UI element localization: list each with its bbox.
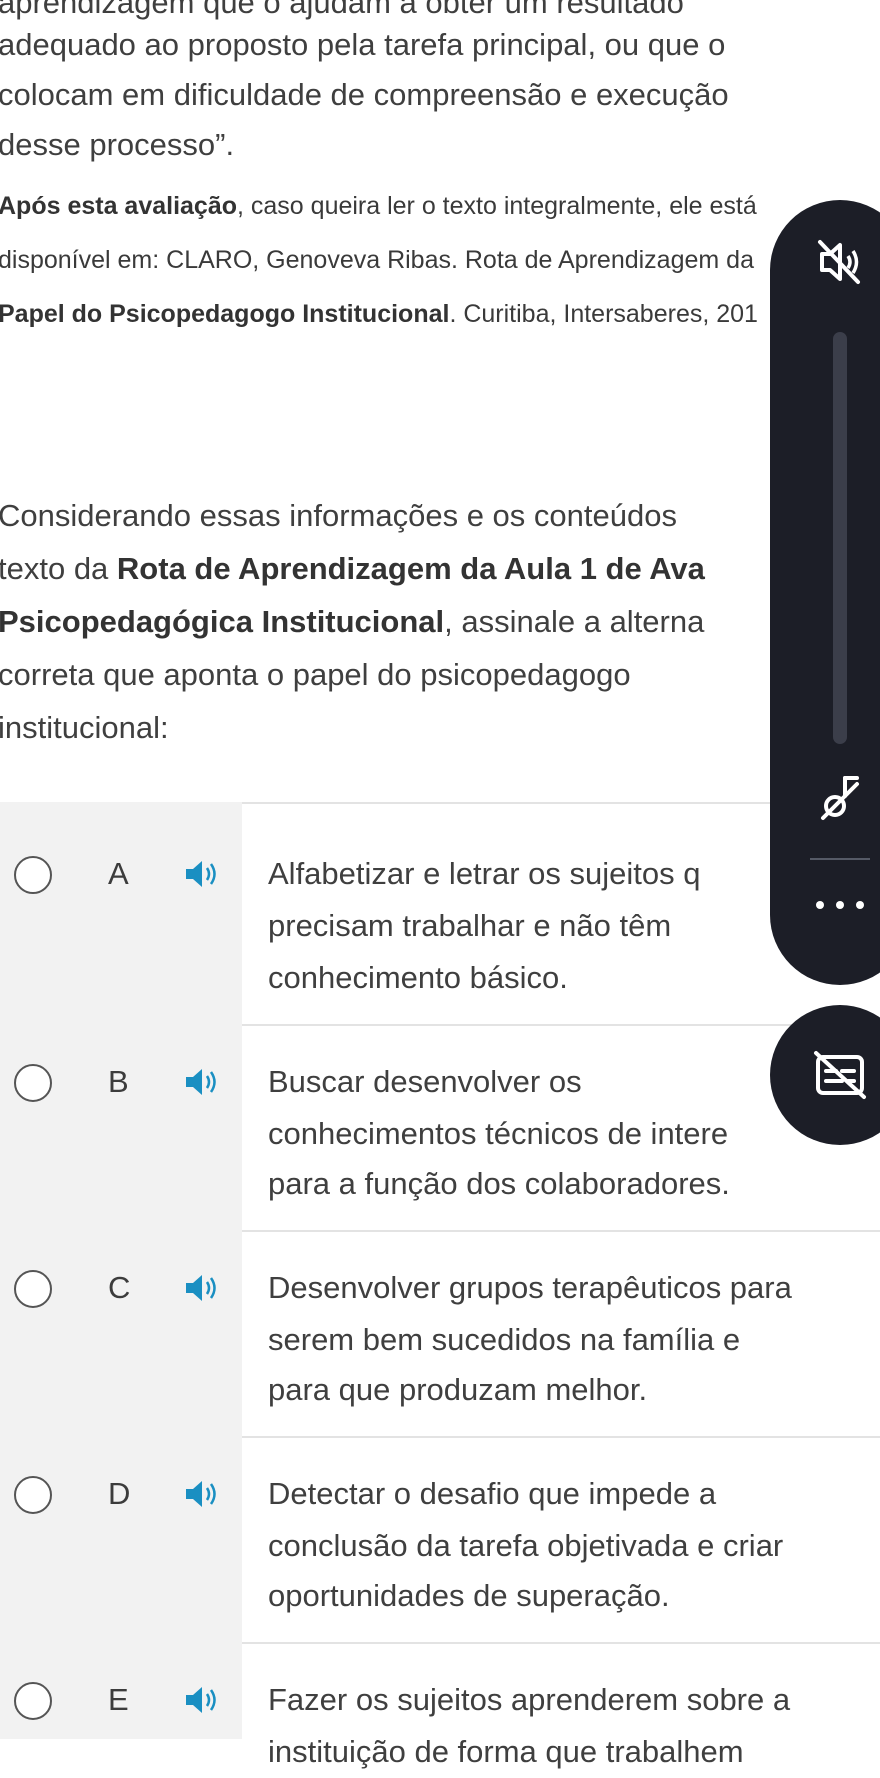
radio-option-b[interactable] xyxy=(14,1064,52,1102)
option-text-line: serem bem sucedidos na família e xyxy=(268,1322,741,1357)
option-letter: E xyxy=(108,1682,129,1717)
option-a[interactable]: A Alfabetizar e letrar os sujeitos q pre… xyxy=(0,802,880,1024)
option-a-selector-area[interactable] xyxy=(0,802,242,1024)
panel-divider xyxy=(810,858,870,860)
equalizer-icon[interactable] xyxy=(815,770,865,830)
prompt-line: Psicopedagógica Institucional, assinale … xyxy=(0,604,705,639)
option-text-line: Buscar desenvolver os xyxy=(268,1064,582,1099)
option-text-line: Fazer os sujeitos aprenderem sobre a xyxy=(268,1682,791,1717)
option-text-line: para a função dos colaboradores. xyxy=(268,1166,730,1201)
speaker-icon[interactable] xyxy=(182,1474,222,1514)
option-c[interactable]: C Desenvolver grupos terapêuticos para s… xyxy=(0,1230,880,1436)
option-b[interactable]: B Buscar desenvolver os conhecimentos té… xyxy=(0,1024,880,1230)
option-letter: C xyxy=(108,1270,131,1305)
divider xyxy=(242,1642,880,1644)
option-text-line: conhecimentos técnicos de intere xyxy=(268,1116,729,1151)
option-text-line: conclusão da tarefa objetivada e criar xyxy=(268,1528,784,1563)
option-text-line: instituição de forma que trabalhem xyxy=(268,1734,744,1769)
option-text-line: precisam trabalhar e não têm xyxy=(268,908,672,943)
option-c-selector-area[interactable] xyxy=(0,1230,242,1436)
option-letter: A xyxy=(108,856,129,891)
radio-option-d[interactable] xyxy=(14,1476,52,1514)
option-d-selector-area[interactable] xyxy=(0,1436,242,1642)
speaker-icon[interactable] xyxy=(182,854,222,894)
option-text-line: para que produzam melhor. xyxy=(268,1372,648,1407)
option-letter: D xyxy=(108,1476,131,1511)
option-text-line: Desenvolver grupos terapêuticos para xyxy=(268,1270,792,1305)
option-text-line: conhecimento básico. xyxy=(268,960,568,995)
more-options-icon[interactable] xyxy=(812,895,868,915)
option-text-line: Alfabetizar e letrar os sujeitos q xyxy=(268,856,701,891)
option-letter: B xyxy=(108,1064,129,1099)
speaker-muted-icon[interactable] xyxy=(810,232,870,292)
divider xyxy=(242,1024,880,1026)
prompt-line: Considerando essas informações e os cont… xyxy=(0,498,677,533)
source-line: Após esta avaliação, caso queira ler o t… xyxy=(0,192,757,220)
source-line: Papel do Psicopedagogo Institucional. Cu… xyxy=(0,300,758,328)
radio-option-a[interactable] xyxy=(14,856,52,894)
option-d[interactable]: D Detectar o desafio que impede a conclu… xyxy=(0,1436,880,1642)
question-line: desse processo”. xyxy=(0,127,235,162)
option-e[interactable]: E Fazer os sujeitos aprenderem sobre a i… xyxy=(0,1642,880,1769)
divider xyxy=(242,1230,880,1232)
prompt-line: texto da Rota de Aprendizagem da Aula 1 … xyxy=(0,551,705,586)
question-line: adequado ao proposto pela tarefa princip… xyxy=(0,27,726,62)
prompt-line: institucional: xyxy=(0,710,169,745)
source-line: disponível em: CLARO, Genoveva Ribas. Ro… xyxy=(0,246,754,274)
speaker-icon[interactable] xyxy=(182,1268,222,1308)
radio-option-e[interactable] xyxy=(14,1682,52,1720)
question-line: colocam em dificuldade de compreensão e … xyxy=(0,77,729,112)
answer-options: A Alfabetizar e letrar os sujeitos q pre… xyxy=(0,802,880,1769)
prompt-line: correta que aponta o papel do psicopedag… xyxy=(0,657,631,692)
option-b-selector-area[interactable] xyxy=(0,1024,242,1230)
divider xyxy=(242,1436,880,1438)
speaker-icon[interactable] xyxy=(182,1680,222,1720)
volume-slider[interactable] xyxy=(833,332,847,744)
speaker-icon[interactable] xyxy=(182,1062,222,1102)
radio-option-c[interactable] xyxy=(14,1270,52,1308)
option-text-line: Detectar o desafio que impede a xyxy=(268,1476,717,1511)
captions-icon[interactable] xyxy=(812,1047,868,1103)
option-text-line: oportunidades de superação. xyxy=(268,1578,670,1613)
volume-panel[interactable] xyxy=(770,200,880,985)
